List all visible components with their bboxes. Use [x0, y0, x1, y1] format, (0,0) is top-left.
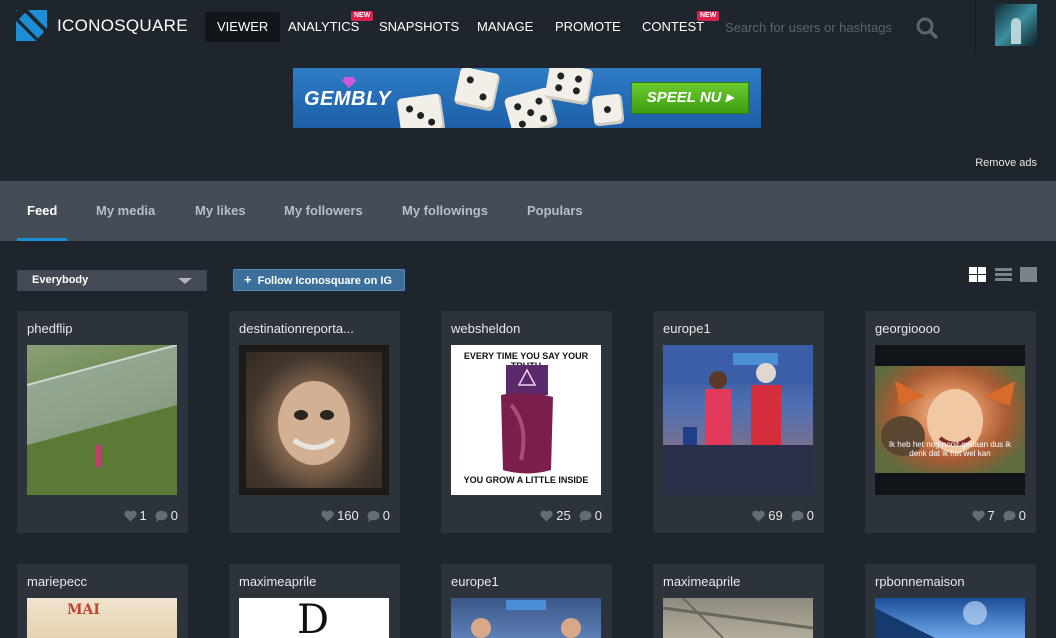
media-image[interactable]	[663, 598, 813, 638]
comment-icon[interactable]	[1003, 510, 1016, 522]
media-image[interactable]	[451, 598, 601, 638]
media-image[interactable]: D	[239, 598, 389, 638]
media-image[interactable]: Ik heb het nog nooit gedaan dus ik denk …	[875, 345, 1025, 495]
card-username[interactable]: europe1	[451, 574, 601, 589]
heart-icon[interactable]	[321, 510, 334, 522]
comment-count: 0	[170, 508, 178, 523]
ad-banner[interactable]: GEMBLY SPEEL NU ▸	[293, 68, 761, 128]
tab-my-followings[interactable]: My followings	[402, 181, 488, 241]
card-username[interactable]: maximeaprile	[663, 574, 813, 589]
dice-icon	[453, 68, 501, 112]
image-caption: Ik heb het nog nooit gedaan dus ik denk …	[888, 440, 1012, 458]
heart-icon[interactable]	[752, 510, 765, 522]
media-card[interactable]: europe1 69 0	[653, 311, 824, 533]
comment-count: 0	[594, 508, 602, 523]
media-image[interactable]	[239, 345, 389, 495]
list-view-icon[interactable]	[995, 267, 1012, 282]
dice-icon	[396, 93, 446, 128]
chevron-down-icon	[178, 278, 192, 284]
image-caption-bottom: YOU GROW A LITTLE INSIDE	[463, 475, 589, 485]
like-count: 7	[987, 508, 995, 523]
tab-my-likes[interactable]: My likes	[195, 181, 246, 241]
media-image[interactable]: EVERY TIME YOU SAY YOUR TRUTH YOU GROW A…	[451, 345, 601, 495]
card-stats: 25 0	[540, 508, 602, 523]
feed-tabs: Feed My media My likes My followers My f…	[0, 181, 1056, 241]
ad-brand: GEMBLY	[304, 88, 392, 110]
follow-iconosquare-button[interactable]: + Follow Iconosquare on IG	[233, 269, 405, 291]
search-input[interactable]	[719, 10, 909, 44]
header-divider	[975, 0, 976, 52]
media-card[interactable]: europe1	[441, 564, 612, 638]
media-image[interactable]	[663, 345, 813, 495]
comment-count: 0	[382, 508, 390, 523]
logo-icon	[16, 10, 47, 41]
heart-icon[interactable]	[123, 510, 137, 522]
media-image[interactable]: MAI	[27, 598, 177, 638]
media-card[interactable]: maximeaprile	[653, 564, 824, 638]
media-card[interactable]: destinationreporta... 160 0	[229, 311, 400, 533]
card-stats: 69 0	[752, 508, 814, 523]
logo-text: ICONOSQUARE	[57, 15, 188, 35]
card-stats: 160 0	[321, 508, 390, 523]
card-stats: 1 0	[123, 508, 178, 523]
nav-manage[interactable]: MANAGE	[465, 12, 545, 42]
media-card[interactable]: georgioooo Ik heb het nog nooit gedaan d…	[865, 311, 1036, 533]
play-now-button[interactable]: SPEEL NU ▸	[631, 82, 749, 114]
remove-ads-link[interactable]: Remove ads	[975, 157, 1037, 169]
comment-count: 0	[1018, 508, 1026, 523]
search-icon[interactable]	[916, 17, 938, 39]
heart-icon[interactable]	[540, 510, 553, 522]
media-card[interactable]: websheldon EVERY TIME YOU SAY YOUR TRUTH…	[441, 311, 612, 533]
card-username[interactable]: georgioooo	[875, 321, 1025, 336]
card-username[interactable]: phedflip	[27, 321, 177, 336]
nav-snapshots[interactable]: SNAPSHOTS	[367, 12, 471, 42]
heart-icon[interactable]	[971, 510, 985, 522]
iconosquare-logo[interactable]: ICONOSQUARE	[16, 10, 188, 41]
media-image[interactable]	[27, 345, 177, 495]
comment-count: 0	[806, 508, 814, 523]
media-card[interactable]: rpbonnemaison	[865, 564, 1036, 638]
card-stats: 7 0	[971, 508, 1026, 523]
top-navigation-bar: ICONOSQUARE VIEWER ANALYTICS NEW SNAPSHOT…	[0, 0, 1056, 52]
single-view-icon[interactable]	[1020, 267, 1037, 282]
comment-icon[interactable]	[579, 510, 592, 522]
tab-my-media[interactable]: My media	[96, 181, 155, 241]
grid-view-icon[interactable]	[969, 267, 986, 282]
card-username[interactable]: destinationreporta...	[239, 321, 389, 336]
tab-populars[interactable]: Populars	[527, 181, 583, 241]
gem-icon	[342, 77, 356, 88]
comment-icon[interactable]	[791, 510, 804, 522]
nav-promote[interactable]: PROMOTE	[543, 12, 633, 42]
media-image[interactable]	[875, 598, 1025, 638]
card-username[interactable]: europe1	[663, 321, 813, 336]
like-count: 1	[139, 508, 147, 523]
media-card[interactable]: phedflip 1 0	[17, 311, 188, 533]
comment-icon[interactable]	[367, 510, 380, 522]
user-avatar[interactable]	[995, 4, 1037, 46]
tab-feed[interactable]: Feed	[17, 181, 68, 241]
audience-filter-select[interactable]: Everybody	[17, 270, 207, 291]
nav-contest[interactable]: CONTEST NEW	[630, 11, 720, 42]
nav-analytics[interactable]: ANALYTICS NEW	[276, 11, 374, 42]
new-badge: NEW	[697, 11, 720, 21]
card-username[interactable]: maximeaprile	[239, 574, 389, 589]
plus-icon: +	[244, 272, 252, 287]
nav-viewer[interactable]: VIEWER	[205, 12, 281, 42]
media-card[interactable]: maximeaprile D	[229, 564, 400, 638]
like-count: 160	[337, 508, 359, 523]
comment-icon[interactable]	[155, 510, 168, 522]
media-card[interactable]: mariepecc MAI	[17, 564, 188, 638]
tab-my-followers[interactable]: My followers	[284, 181, 363, 241]
card-username[interactable]: rpbonnemaison	[875, 574, 1025, 589]
like-count: 69	[768, 508, 783, 523]
card-username[interactable]: websheldon	[451, 321, 601, 336]
like-count: 25	[556, 508, 571, 523]
search-box	[719, 10, 946, 44]
dice-icon	[591, 93, 625, 127]
card-username[interactable]: mariepecc	[27, 574, 177, 589]
